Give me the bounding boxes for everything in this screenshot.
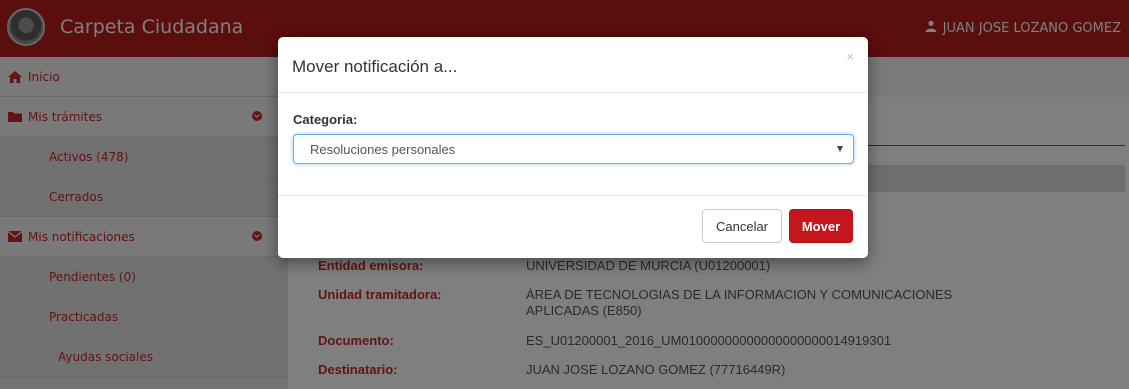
move-notification-dialog: Mover notificación a... × Categoria: Res… xyxy=(278,37,868,258)
category-label: Categoria: xyxy=(293,112,358,127)
dialog-title: Mover notificación a... xyxy=(292,57,458,76)
category-select[interactable]: Resoluciones personales xyxy=(293,134,854,164)
dialog-header-divider xyxy=(278,92,868,93)
chevron-down-icon xyxy=(837,146,843,152)
move-button[interactable]: Mover xyxy=(789,209,853,243)
dialog-footer-divider xyxy=(278,195,868,196)
category-selected-value: Resoluciones personales xyxy=(310,141,456,157)
cancel-button[interactable]: Cancelar xyxy=(702,209,782,243)
close-icon[interactable]: × xyxy=(846,49,854,64)
